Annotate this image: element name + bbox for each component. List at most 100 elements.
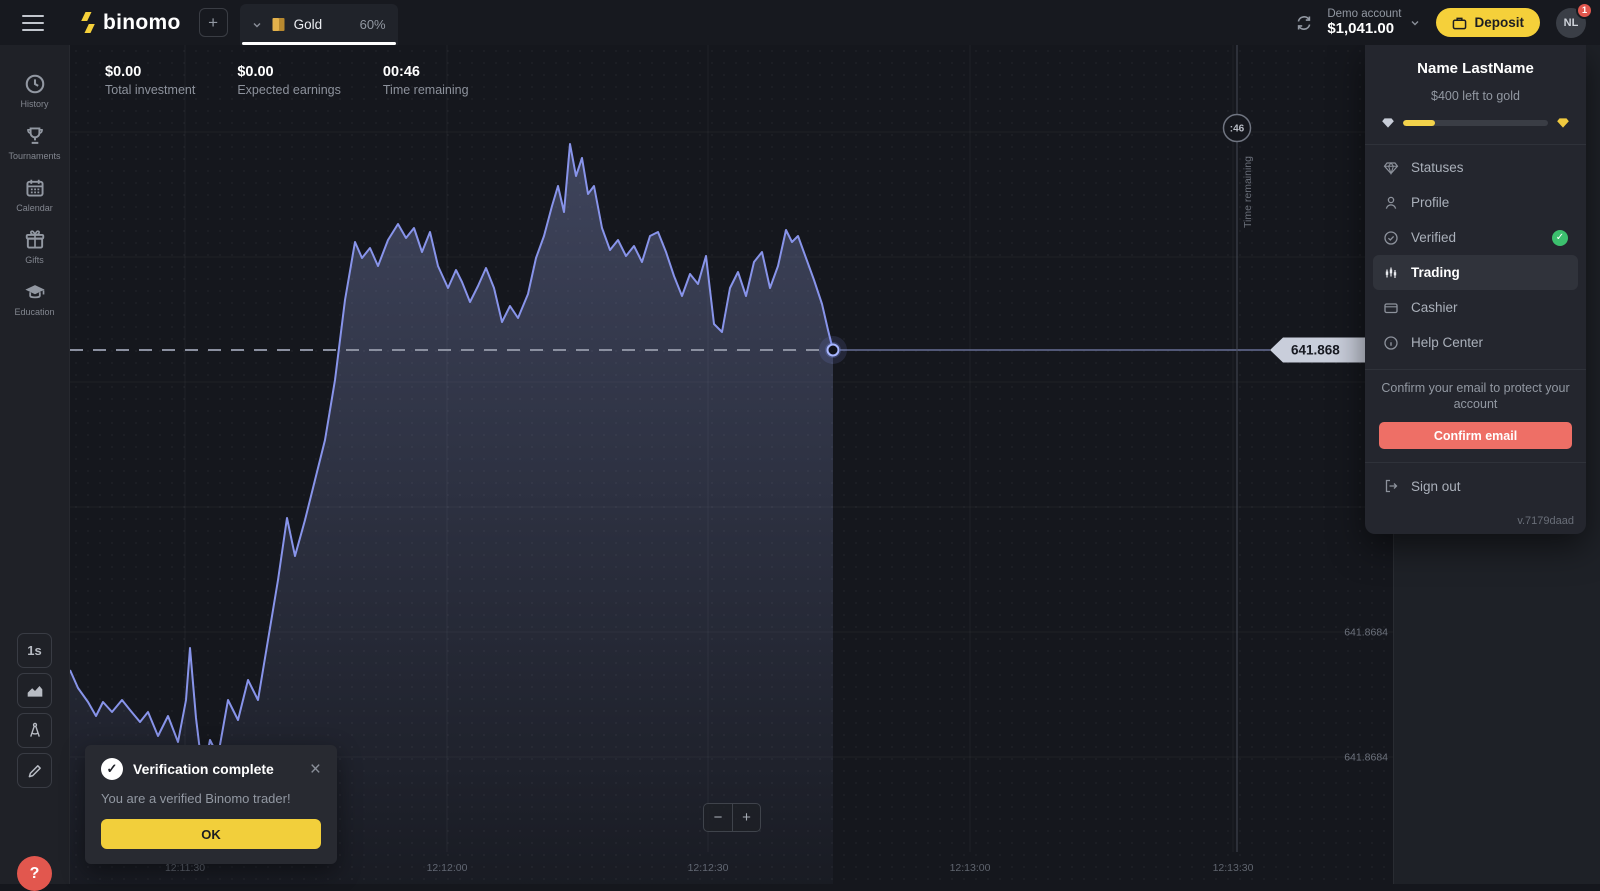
left-sidebar: History Tournaments Calendar (0, 45, 70, 884)
lightning-bolt-icon (80, 11, 96, 35)
wallet-icon (1383, 300, 1399, 316)
silver-gem-icon (1381, 117, 1395, 129)
menu-item-label: Trading (1411, 265, 1460, 280)
expected-earnings-value: $0.00 (237, 64, 341, 80)
total-investment-label: Total investment (105, 83, 195, 97)
sidebar-item-label: Gifts (25, 255, 44, 265)
sidebar-item-calendar[interactable]: Calendar (0, 169, 69, 221)
account-selector[interactable]: Demo account $1,041.00 (1327, 8, 1401, 37)
topbar-right: Demo account $1,041.00 Deposit NL 1 (1295, 8, 1600, 38)
menu-item-help-center[interactable]: Help Center (1373, 325, 1578, 360)
status-progress-text: $400 left to gold (1381, 89, 1570, 103)
menu-item-profile[interactable]: Profile (1373, 185, 1578, 220)
asset-tab-gold[interactable]: Gold 60% (240, 4, 398, 45)
stat-total-investment: $0.00 Total investment (105, 64, 195, 97)
toast-message: You are a verified Binomo trader! (101, 791, 321, 806)
sidebar-item-education[interactable]: Education (0, 273, 69, 325)
account-balance: $1,041.00 (1327, 20, 1401, 37)
status-progress-bar (1381, 117, 1570, 129)
trade-stats: $0.00 Total investment $0.00 Expected ea… (105, 64, 469, 97)
area-chart-icon (26, 682, 44, 700)
y-axis-tick-label: 641.8684 (1344, 752, 1388, 764)
top-bar: binomo + Gold 60% Demo account $1,041.00 (0, 0, 1600, 45)
confirm-email-button[interactable]: Confirm email (1379, 422, 1572, 449)
sidebar-item-label: Education (14, 307, 54, 317)
briefcase-icon (1452, 16, 1467, 30)
chevron-down-icon (252, 20, 262, 30)
binomo-logo[interactable]: binomo (80, 11, 181, 35)
person-icon (1383, 195, 1399, 211)
current-price-marker (828, 345, 839, 356)
indicators-button[interactable] (17, 713, 52, 748)
deposit-label: Deposit (1474, 15, 1524, 30)
user-name: Name LastName (1381, 60, 1570, 77)
candlestick-icon (1383, 265, 1399, 281)
chart-type-button[interactable] (17, 673, 52, 708)
verification-toast: ✓ Verification complete × You are a veri… (85, 745, 337, 864)
divider (1365, 462, 1586, 463)
asset-payout: 60% (360, 17, 386, 32)
menu-item-label: Help Center (1411, 335, 1483, 350)
close-icon[interactable]: × (310, 760, 321, 779)
menu-item-verified[interactable]: Verified ✓ (1373, 220, 1578, 255)
menu-item-label: Statuses (1411, 160, 1464, 175)
calendar-icon (24, 177, 46, 199)
new-asset-tab-button[interactable]: + (199, 8, 228, 37)
info-icon (1383, 335, 1399, 351)
user-menu-panel: Name LastName $400 left to gold Statuses (1365, 45, 1586, 534)
sign-out-icon (1383, 478, 1399, 494)
trophy-icon (24, 125, 46, 147)
sync-icon[interactable] (1295, 14, 1313, 32)
asset-name: Gold (294, 17, 323, 32)
menu-item-statuses[interactable]: Statuses (1373, 150, 1578, 185)
zoom-out-button[interactable]: − (703, 803, 732, 832)
toast-title: Verification complete (133, 761, 274, 777)
stat-expected-earnings: $0.00 Expected earnings (237, 64, 341, 97)
price-tag-value: 641.868 (1291, 343, 1340, 358)
sidebar-item-gifts[interactable]: Gifts (0, 221, 69, 273)
expected-earnings-label: Expected earnings (237, 83, 341, 97)
deposit-button[interactable]: Deposit (1436, 8, 1540, 37)
time-remaining-axis-label: Time remaining (1242, 156, 1254, 228)
sidebar-item-label: Tournaments (8, 151, 60, 161)
menu-icon[interactable] (22, 15, 44, 31)
draw-button[interactable] (17, 753, 52, 788)
zoom-in-button[interactable]: + (732, 803, 761, 832)
interval-button[interactable]: 1s (17, 633, 52, 668)
countdown-value: :46 (1230, 124, 1245, 135)
app-version: v.7179daad (1517, 515, 1574, 527)
check-icon: ✓ (101, 758, 123, 780)
menu-item-label: Verified (1411, 230, 1456, 245)
sidebar-item-label: Calendar (16, 203, 53, 213)
logo-text: binomo (103, 11, 181, 35)
notification-badge: 1 (1576, 2, 1593, 19)
chart-tools: 1s (17, 633, 52, 788)
sign-out-label: Sign out (1411, 479, 1461, 494)
pencil-icon (26, 762, 44, 780)
menu-item-label: Profile (1411, 195, 1449, 210)
email-confirm-notice: Confirm your email to protect your accou… (1381, 381, 1570, 412)
toast-ok-button[interactable]: OK (101, 819, 321, 849)
x-axis-tick-label: 12:13:00 (950, 862, 991, 874)
avatar-initials: NL (1564, 17, 1579, 29)
divider (1365, 369, 1586, 370)
account-chevron-down-icon[interactable] (1410, 18, 1420, 28)
help-button[interactable]: ? (17, 856, 52, 891)
x-axis-tick-label: 12:13:30 (1213, 862, 1254, 874)
chart-zoom-controls: − + (703, 803, 761, 832)
account-type: Demo account (1327, 8, 1401, 20)
menu-item-cashier[interactable]: Cashier (1373, 290, 1578, 325)
avatar[interactable]: NL 1 (1556, 8, 1586, 38)
y-axis-tick-label: 641.8684 (1344, 627, 1388, 639)
time-remaining-value: 00:46 (383, 64, 469, 80)
gem-icon (1383, 160, 1399, 176)
verified-badge-icon: ✓ (1552, 230, 1568, 246)
sidebar-item-tournaments[interactable]: Tournaments (0, 117, 69, 169)
gold-gem-icon (1556, 117, 1570, 129)
menu-item-trading[interactable]: Trading (1373, 255, 1578, 290)
gift-icon (24, 229, 46, 251)
sign-out-button[interactable]: Sign out (1365, 466, 1586, 506)
sidebar-item-history[interactable]: History (0, 65, 69, 117)
user-menu-list: Statuses Profile Verified ✓ Trad (1365, 145, 1586, 365)
sidebar-item-label: History (20, 99, 48, 109)
